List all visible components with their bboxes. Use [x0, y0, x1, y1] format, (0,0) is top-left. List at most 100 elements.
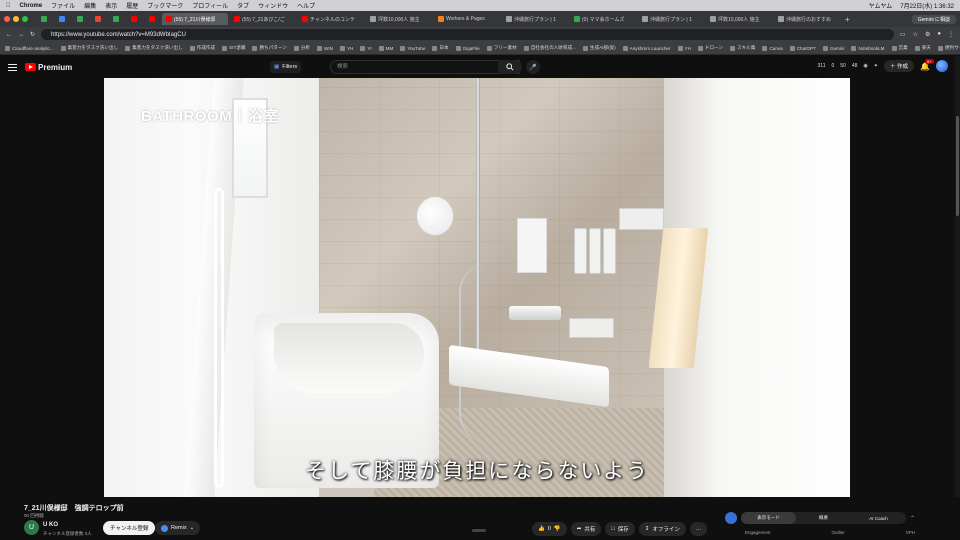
menu-help[interactable]: ヘルプ	[297, 1, 315, 10]
close-window-button[interactable]	[4, 16, 10, 22]
extensions-icon[interactable]: ⚙	[925, 31, 930, 38]
bookmark-item[interactable]: 作成作成	[189, 45, 215, 51]
app-menu-chrome[interactable]: Chrome	[20, 3, 43, 9]
channel-avatar[interactable]: U	[24, 520, 39, 535]
notifications-bell-icon[interactable]: 🔔 9+	[920, 58, 934, 71]
bookmark-item[interactable]: 集客力をタスク洗い出し	[125, 45, 183, 51]
bookmark-item[interactable]: 分析	[293, 45, 310, 51]
menu-edit[interactable]: 編集	[84, 1, 96, 10]
back-icon[interactable]: ←	[6, 32, 12, 38]
bookmark-item[interactable]: NotebookLM	[851, 45, 885, 51]
bookmark-item[interactable]: YI	[360, 45, 372, 51]
browser-tab[interactable]	[108, 13, 124, 25]
bookmark-item[interactable]: スキル集	[730, 45, 755, 51]
bookmark-item[interactable]: YouTube	[400, 45, 425, 51]
zoom-window-button[interactable]	[22, 16, 28, 22]
sparkle-icon[interactable]: ✦	[874, 63, 878, 69]
gemini-button[interactable]: Gemini に相談	[911, 14, 956, 24]
segment-display-mode[interactable]: 表示モード	[741, 512, 796, 524]
scrollbar-thumb[interactable]	[956, 116, 959, 216]
bookmark-item[interactable]: Gemini	[822, 45, 844, 51]
voice-search-button[interactable]: 🎤	[526, 60, 540, 74]
browser-tab[interactable]	[144, 13, 160, 25]
profile-icon[interactable]: ●	[937, 31, 941, 38]
create-button[interactable]: ＋ 作成	[883, 60, 915, 72]
segment-ai-coach[interactable]: AI Coach	[851, 516, 906, 521]
minimize-window-button[interactable]	[13, 16, 19, 22]
analytics-extension-icon[interactable]	[725, 512, 737, 524]
menu-history[interactable]: 履歴	[126, 1, 138, 10]
browser-tab[interactable]	[126, 13, 142, 25]
save-button[interactable]: □ 保存	[605, 522, 635, 536]
bookmark-item[interactable]: 営業	[891, 45, 908, 51]
account-avatar[interactable]	[936, 60, 948, 72]
menu-file[interactable]: ファイル	[51, 1, 75, 10]
download-button[interactable]: ↧ オフライン	[638, 522, 686, 536]
browser-tab[interactable]	[36, 13, 52, 25]
bookmark-item[interactable]: 楽天	[914, 45, 931, 51]
extension-icon[interactable]: ◉	[863, 63, 867, 69]
menu-hamburger-icon[interactable]	[8, 63, 17, 71]
menu-view[interactable]: 表示	[105, 1, 117, 10]
channel-name[interactable]: U KO	[43, 522, 58, 528]
browser-tab[interactable]	[72, 13, 88, 25]
apple-menu-icon[interactable]: 	[6, 3, 11, 9]
browser-tab[interactable]: 沖縄旅行のおすすめ	[774, 13, 840, 25]
subscribe-button[interactable]: チャンネル登録	[103, 521, 156, 535]
bookmark-item[interactable]: SIT退職	[222, 45, 245, 51]
bookmark-item[interactable]: 便利サイト	[937, 45, 960, 51]
bookmark-item[interactable]: MM	[378, 45, 393, 51]
share-button[interactable]: ➦ 共有	[570, 522, 602, 536]
bookmark-item[interactable]: 生成AI部(仮)	[582, 45, 616, 51]
cast-icon[interactable]: ▭	[900, 31, 906, 38]
menubar-clock[interactable]: 7月22日(水) 1:36:32	[900, 1, 954, 10]
browser-tab[interactable]: (0) ママ会ホームズ	[570, 13, 636, 25]
youtube-logo[interactable]: Premium	[25, 63, 72, 72]
chrome-menu-icon[interactable]: ⋮	[948, 31, 954, 38]
url-field[interactable]: https://www.youtube.com/watch?v=M93dWbIa…	[41, 29, 894, 40]
bookmark-item[interactable]: 日本	[432, 45, 449, 51]
collapse-chevron-icon[interactable]: ⌃	[910, 515, 915, 522]
bookmark-star-icon[interactable]: ☆	[913, 31, 918, 38]
bookmark-item[interactable]: Cloudflare analytic...	[5, 45, 54, 51]
remix-button[interactable]: Remix ⌄	[155, 521, 201, 535]
browser-tab[interactable]: 沖縄旅行プラン | 1	[502, 13, 568, 25]
segment-overview[interactable]: 概要	[796, 515, 851, 521]
bookmark-item[interactable]: 自社会社の人財育成...	[523, 45, 576, 51]
bookmark-item[interactable]: YH	[677, 45, 691, 51]
more-actions-button[interactable]: …	[689, 522, 708, 536]
bookmark-item[interactable]: ChatGPT	[789, 45, 816, 51]
menu-bookmarks[interactable]: ブックマーク	[147, 1, 183, 10]
like-dislike-group[interactable]: 👍 0 👎	[532, 522, 567, 536]
browser-tab[interactable]: Workers & Pages	[434, 13, 500, 25]
browser-tab[interactable]: 沖縄旅行プラン | 1	[638, 13, 704, 25]
thumbs-up-icon[interactable]: 👍	[538, 526, 545, 532]
bookmark-item[interactable]: WIN	[317, 45, 333, 51]
page-scrollbar[interactable]	[955, 56, 960, 540]
new-tab-button[interactable]: +	[845, 15, 850, 24]
bookmark-item[interactable]: YH	[339, 45, 353, 51]
menu-tab[interactable]: タブ	[237, 1, 249, 10]
browser-tab[interactable]: 坪数10,000人 施主	[366, 13, 432, 25]
bookmark-item[interactable]: 勝ちパターン	[252, 45, 287, 51]
browser-tab[interactable]: チャンネルのコンテ	[298, 13, 364, 25]
bookmark-item[interactable]: GigaFile	[455, 45, 480, 51]
filters-button[interactable]: ▦ Filters	[270, 61, 302, 73]
menu-window[interactable]: ウィンドウ	[258, 1, 288, 10]
browser-tab[interactable]: 坪数10,000人 施主	[706, 13, 772, 25]
menu-profile[interactable]: プロフィール	[192, 1, 228, 10]
browser-tab[interactable]: (55) 7_21あびこ/ご	[230, 13, 296, 25]
forward-icon[interactable]: →	[18, 32, 24, 38]
drag-handle[interactable]	[472, 529, 486, 532]
video-player[interactable]: BATHROOM｜浴室 そして膝腰が負担にならないよう	[104, 78, 850, 497]
bookmark-item[interactable]: ドローン	[697, 45, 723, 51]
browser-tab[interactable]: (55) 7_21川俣様邸	[162, 13, 228, 25]
bookmark-item[interactable]: Canva	[762, 45, 783, 51]
reload-icon[interactable]: ↻	[30, 31, 35, 38]
bookmark-item[interactable]: フリー素材	[486, 45, 517, 51]
thumbs-down-icon[interactable]: 👎	[554, 526, 561, 532]
search-button[interactable]	[498, 60, 522, 74]
bookmark-item[interactable]: Anyshmm Launcher	[622, 45, 671, 51]
bookmark-item[interactable]: 集客力をタスク洗い出し	[60, 45, 118, 51]
browser-tab[interactable]	[90, 13, 106, 25]
